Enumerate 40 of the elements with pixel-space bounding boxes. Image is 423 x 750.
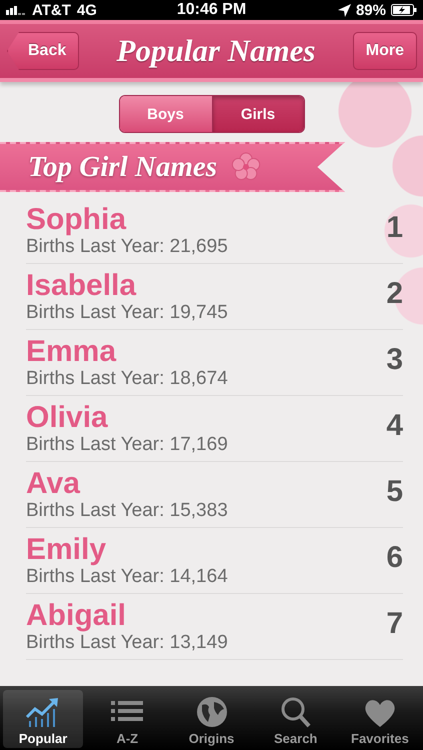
- battery-percent: 89%: [356, 2, 386, 18]
- signal-icon: [6, 5, 26, 15]
- clock-time: 10:46 PM: [176, 1, 246, 19]
- baby-name[interactable]: Ava: [26, 468, 386, 500]
- section-title: Top Girl Names: [28, 150, 218, 184]
- segment-tab[interactable]: Boys: [120, 96, 212, 132]
- baby-name[interactable]: Sophia: [26, 204, 386, 236]
- segment-tab[interactable]: Girls: [212, 96, 304, 132]
- rank-number: 2: [386, 276, 403, 310]
- network-type: 4G: [76, 2, 97, 18]
- location-arrow-icon: [338, 4, 351, 16]
- rank-number: 4: [386, 408, 403, 442]
- baby-name[interactable]: Olivia: [26, 402, 386, 434]
- baby-name[interactable]: Abigail: [26, 600, 386, 632]
- births-count: Births Last Year: 19,745: [26, 302, 229, 324]
- baby-name[interactable]: Isabella: [26, 270, 386, 302]
- tab-item[interactable]: Origins: [171, 690, 252, 748]
- tab-item[interactable]: Popular: [3, 690, 84, 748]
- carrier-name: AT&T: [32, 2, 71, 18]
- births-count: Births Last Year: 14,164: [26, 566, 229, 588]
- rank-number: 3: [386, 342, 403, 376]
- rank-number: 6: [386, 540, 403, 574]
- tab-item[interactable]: A-Z: [87, 690, 168, 748]
- flower-icon: [231, 152, 262, 182]
- screen-title: Popular Names: [116, 33, 316, 69]
- rank-number: 5: [386, 474, 403, 508]
- births-count: Births Last Year: 13,149: [26, 632, 229, 654]
- battery-charging-icon: [391, 4, 417, 16]
- births-count: Births Last Year: 21,695: [26, 236, 229, 258]
- baby-name[interactable]: Emily: [26, 534, 386, 566]
- more-button[interactable]: More: [352, 32, 417, 70]
- back-button[interactable]: Back: [7, 32, 80, 70]
- births-count: Births Last Year: 17,169: [26, 434, 229, 456]
- births-count: Births Last Year: 18,674: [26, 368, 229, 390]
- tab-item[interactable]: Favorites: [340, 690, 420, 748]
- baby-name[interactable]: Emma: [26, 336, 386, 368]
- births-count: Births Last Year: 15,383: [26, 500, 229, 522]
- rank-number: 1: [386, 210, 403, 244]
- tab-item[interactable]: Search: [256, 690, 336, 748]
- rank-number: 7: [386, 606, 403, 640]
